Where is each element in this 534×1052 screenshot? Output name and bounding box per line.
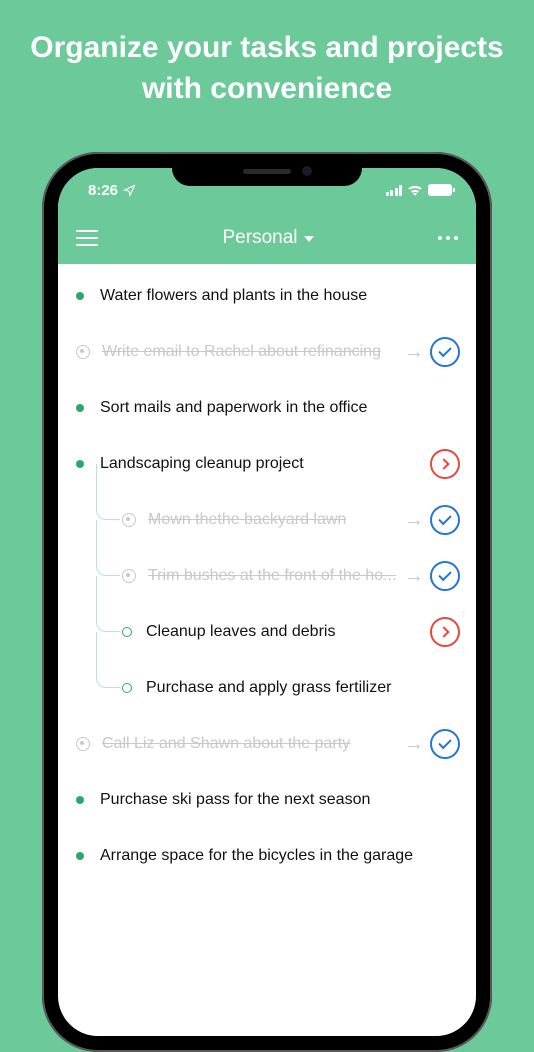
marketing-headline: Organize your tasks and projects with co… (0, 0, 534, 131)
task-text: Call Liz and Shawn about the party (102, 735, 400, 753)
expand-button[interactable] (430, 617, 460, 647)
task-text: Cleanup leaves and debris (146, 623, 430, 641)
more-icon[interactable] (438, 236, 458, 240)
swipe-arrow-icon: → (404, 733, 424, 756)
wifi-icon (407, 184, 423, 196)
cellular-signal-icon (386, 185, 403, 196)
task-list[interactable]: Water flowers and plants in the house Wr… (58, 264, 476, 888)
bullet-icon (76, 460, 84, 468)
check-button[interactable] (430, 729, 460, 759)
location-icon (123, 184, 136, 197)
check-button[interactable] (430, 505, 460, 535)
check-button[interactable] (430, 337, 460, 367)
completed-bullet-icon (76, 345, 90, 359)
bullet-icon (76, 852, 84, 860)
task-text: Trim bushes at the front of the ho... (148, 567, 400, 585)
bullet-icon (76, 404, 84, 412)
expand-button[interactable] (430, 449, 460, 479)
phone-frame: 8:26 Personal (42, 152, 492, 1052)
task-row[interactable]: Call Liz and Shawn about the party → (58, 716, 476, 772)
menu-icon[interactable] (76, 230, 98, 246)
task-text: Mown thethe backyard lawn (148, 511, 400, 529)
phone-notch (172, 156, 362, 186)
check-button[interactable] (430, 561, 460, 591)
task-text: Landscaping cleanup project (100, 455, 430, 473)
phone-screen: 8:26 Personal (58, 168, 476, 1036)
chevron-down-icon (304, 236, 314, 242)
bullet-icon (76, 796, 84, 804)
task-row[interactable]: Trim bushes at the front of the ho... → (58, 548, 476, 604)
task-row[interactable]: Purchase ski pass for the next season (58, 772, 476, 828)
task-row[interactable]: Cleanup leaves and debris (58, 604, 476, 660)
task-row[interactable]: Landscaping cleanup project (58, 436, 476, 492)
task-row[interactable]: Mown thethe backyard lawn → (58, 492, 476, 548)
completed-bullet-icon (122, 569, 136, 583)
hollow-bullet-icon (122, 627, 132, 637)
nav-bar: Personal (58, 212, 476, 264)
completed-bullet-icon (122, 513, 136, 527)
task-text: Water flowers and plants in the house (100, 287, 460, 305)
nav-title-label: Personal (223, 227, 298, 249)
swipe-arrow-icon: → (404, 509, 424, 532)
task-text: Purchase and apply grass fertilizer (146, 679, 460, 697)
swipe-arrow-icon: → (404, 565, 424, 588)
task-text: Sort mails and paperwork in the office (100, 399, 460, 417)
hollow-bullet-icon (122, 683, 132, 693)
status-time: 8:26 (88, 182, 118, 199)
task-row[interactable]: Water flowers and plants in the house (58, 268, 476, 324)
completed-bullet-icon (76, 737, 90, 751)
task-text: Purchase ski pass for the next season (100, 791, 460, 809)
task-row[interactable]: Purchase and apply grass fertilizer (58, 660, 476, 716)
list-selector[interactable]: Personal (223, 227, 314, 249)
task-row[interactable]: Sort mails and paperwork in the office (58, 380, 476, 436)
task-text: Arrange space for the bicycles in the ga… (100, 847, 460, 865)
task-row[interactable]: Write email to Rachel about refinancing … (58, 324, 476, 380)
bullet-icon (76, 292, 84, 300)
battery-icon (428, 184, 452, 196)
task-text: Write email to Rachel about refinancing (102, 343, 400, 361)
task-row[interactable]: Arrange space for the bicycles in the ga… (58, 828, 476, 884)
swipe-arrow-icon: → (404, 341, 424, 364)
